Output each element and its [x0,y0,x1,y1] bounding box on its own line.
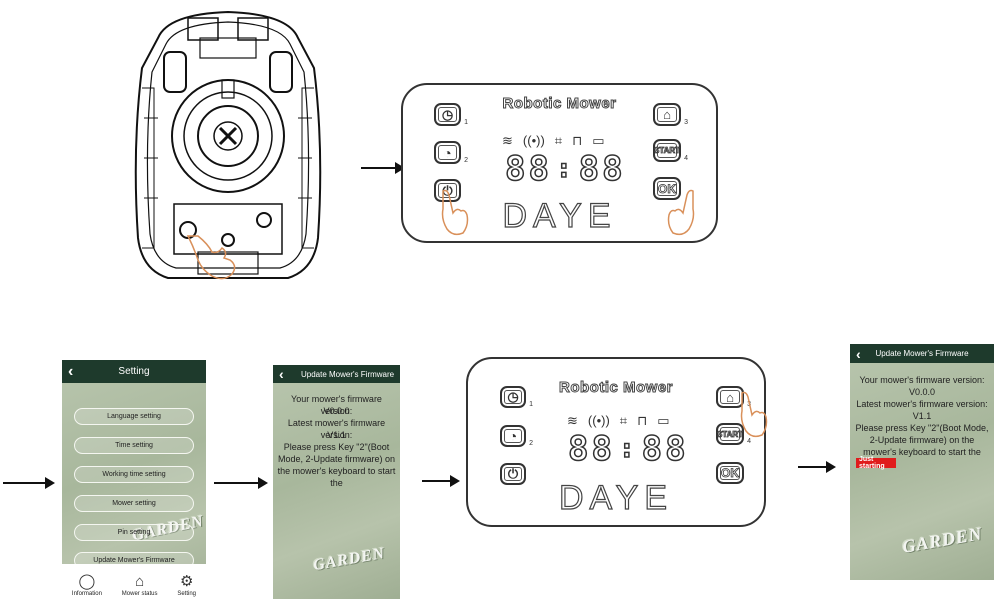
current-version-value: V0.0.0 [908,387,936,397]
home-button[interactable]: ⌂ 3 [653,103,688,126]
finger-pointer-icon [667,189,695,236]
tab-setting[interactable]: ⚙ Setting [177,573,196,597]
control-panel-top: Robotic Mower ◷ 1 ◔ 2 ⏻ ≋ ((•)) ⌗ ⊓ ▭ 88… [401,83,718,243]
lcd-digits: 88 : 88 [504,148,626,190]
wifi-icon: ≋ [567,413,578,428]
home-icon: ⌂ [135,573,145,590]
arrow-1 [361,162,405,174]
ok-button[interactable]: OK [716,462,744,484]
firmware-title: Update Mower's Firmware [301,369,395,379]
brand-logo: DAYE [558,478,674,517]
signal-icon: ((•)) [587,413,610,428]
current-version-value: V0.0.0 [323,406,350,416]
time-setting-button[interactable]: Time setting [74,437,194,454]
garden-watermark: GARDEN [900,523,985,557]
setting-screen: ‹ Setting GARDEN Language setting Time s… [62,360,206,600]
current-version-label: Your mower's firmware version: [859,375,985,385]
instructions-text: Please press Key "2"(Boot Mode, 2-Update… [855,423,989,457]
tab-mower-status[interactable]: ⌂ Mower status [122,573,158,597]
status-icons: ≋ ((•)) ⌗ ⊓ ▭ [502,133,605,149]
arrow-2 [3,477,55,489]
latest-version-label: Latest mower's firmware version: [856,399,988,409]
latest-version-value: V1.1 [327,430,346,440]
language-setting-button[interactable]: Language setting [74,408,194,425]
arrow-5 [798,461,836,473]
finger-pointer-icon [441,189,469,236]
garden-watermark: GARDEN [311,544,387,575]
update-progress-track: Just starting [856,456,988,470]
setting-header: ‹ Setting [62,360,206,383]
wifi-icon: ≋ [502,133,513,148]
schedule-wifi-button[interactable]: ◷ 1 [434,103,468,126]
clock-button[interactable]: ◔ 2 [434,141,468,164]
signal-icon: ((•)) [522,133,545,148]
arrow-3 [214,477,268,489]
firmware-header: ‹ Update Mower's Firmware [850,344,994,363]
bottom-tab-bar: ◯ Information ⌂ Mower status ⚙ Setting [62,564,206,600]
firmware-screen-updating: ‹ Update Mower's Firmware Your mower's f… [850,344,994,580]
home-icon: ⌂ [726,389,734,405]
setting-title: Setting [118,366,150,377]
gear-icon: ⚙ [179,573,194,590]
instructions-text: Please press Key "2"(Boot Mode, 2-Update… [277,442,396,488]
tab-information[interactable]: ◯ Information [72,573,102,597]
finger-pointer-icon [740,391,768,438]
chat-bubble-icon: ◯ [78,573,96,590]
start-button[interactable]: START 4 [653,139,688,162]
clock-icon: ◷ [507,389,519,404]
lock-icon: ⊓ [572,133,583,148]
working-time-setting-button[interactable]: Working time setting [74,466,194,483]
schedule-wifi-button[interactable]: ◷ 1 [500,386,533,408]
update-progress-bar: Just starting [856,456,896,470]
arrow-4 [422,475,460,487]
firmware-header: ‹ Update Mower's Firmware [273,365,400,383]
clock-icon: ◔ [443,144,452,161]
gps-icon: ⌗ [619,413,628,428]
clock-icon: ◷ [441,106,454,122]
clock-icon: ◔ [508,428,518,444]
clock-button[interactable]: ◔ 2 [500,425,533,447]
back-chevron-icon[interactable]: ‹ [68,363,73,381]
home-icon: ⌂ [663,107,671,122]
back-chevron-icon[interactable]: ‹ [279,366,284,382]
status-icons: ≋ ((•)) ⌗ ⊓ ▭ [567,413,670,429]
mower-illustration [134,10,322,280]
battery-icon: ▭ [592,133,605,148]
mower-setting-button[interactable]: Mower setting [74,495,194,512]
latest-version-value: V1.1 [912,411,932,421]
firmware-screen-initial: ‹ Update Mower's Firmware Your mower's f… [273,365,400,599]
back-chevron-icon[interactable]: ‹ [856,346,861,362]
firmware-title: Update Mower's Firmware [875,349,969,358]
control-panel-bottom: Robotic Mower ◷ 1 ◔ 2 ⏻ ≋ ((•)) ⌗ ⊓ ▭ 88… [466,357,768,527]
pin-setting-button[interactable]: Pin setting [74,524,194,541]
battery-icon: ▭ [657,413,670,428]
lock-icon: ⊓ [637,413,648,428]
lcd-digits: 88 : 88 [567,428,689,470]
gps-icon: ⌗ [554,133,563,148]
